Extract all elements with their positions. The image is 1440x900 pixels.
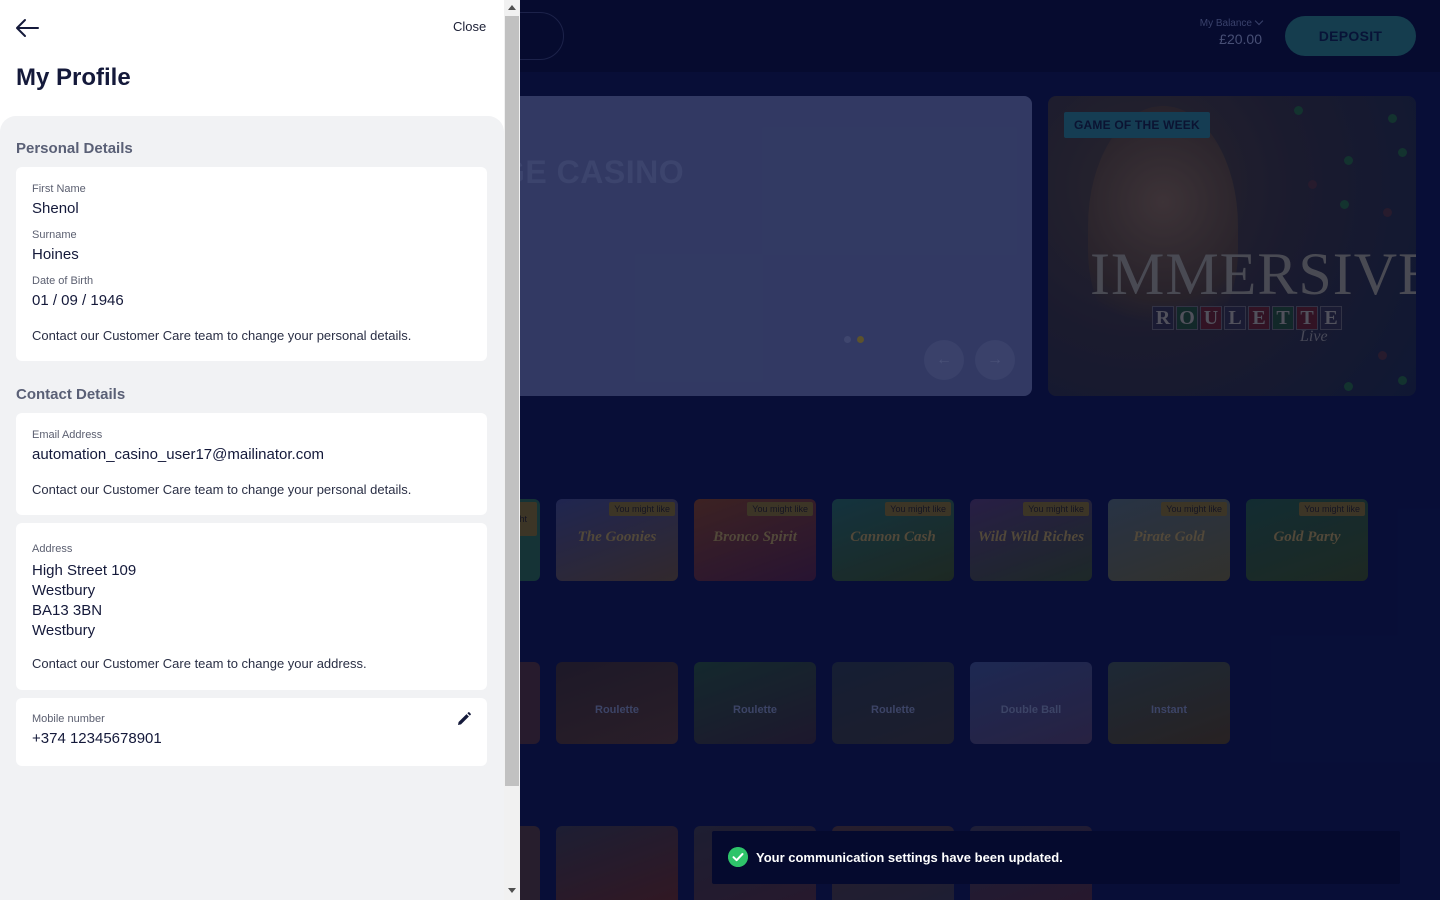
mobile-label: Mobile number bbox=[32, 713, 105, 725]
personal-details-card: First Name Shenol Surname Hoines Date of… bbox=[16, 167, 487, 361]
toast-message: Your communication settings have been up… bbox=[756, 850, 1063, 865]
address-label: Address bbox=[32, 543, 73, 555]
mobile-value: +374 12345678901 bbox=[32, 730, 162, 747]
drawer-body: Personal Details First Name Shenol Surna… bbox=[0, 116, 504, 900]
address-line: Westbury bbox=[32, 582, 96, 599]
scroll-up-arrow-icon[interactable] bbox=[508, 5, 516, 10]
address-line: BA13 3BN bbox=[32, 602, 103, 619]
dob-value: 01 / 09 / 1946 bbox=[32, 292, 124, 309]
surname-label: Surname bbox=[32, 229, 77, 241]
first-name-label: First Name bbox=[32, 183, 86, 195]
drawer-header: Close My Profile bbox=[0, 0, 504, 116]
contact-details-heading: Contact Details bbox=[16, 386, 126, 403]
success-toast: Your communication settings have been up… bbox=[712, 831, 1400, 884]
address-value: High Street 109 Westbury BA13 3BN Westbu… bbox=[32, 561, 136, 641]
back-arrow-icon[interactable] bbox=[14, 16, 40, 40]
personal-details-note: Contact our Customer Care team to change… bbox=[32, 328, 412, 343]
address-line: Westbury bbox=[32, 622, 96, 639]
email-label: Email Address bbox=[32, 429, 103, 441]
first-name-value: Shenol bbox=[32, 200, 79, 217]
personal-details-heading: Personal Details bbox=[16, 140, 133, 157]
address-line: High Street 109 bbox=[32, 562, 137, 579]
email-note: Contact our Customer Care team to change… bbox=[32, 482, 412, 497]
address-card: Address High Street 109 Westbury BA13 3B… bbox=[16, 523, 487, 690]
mobile-card: Mobile number +374 12345678901 bbox=[16, 698, 487, 766]
scrollbar-thumb[interactable] bbox=[505, 16, 519, 786]
close-button[interactable]: Close bbox=[453, 19, 486, 34]
address-note: Contact our Customer Care team to change… bbox=[32, 656, 367, 671]
email-card: Email Address automation_casino_user17@m… bbox=[16, 413, 487, 515]
email-value: automation_casino_user17@mailinator.com bbox=[32, 446, 325, 463]
edit-pencil-icon[interactable] bbox=[457, 712, 471, 726]
dob-label: Date of Birth bbox=[32, 275, 94, 287]
scroll-down-arrow-icon[interactable] bbox=[508, 888, 516, 893]
profile-drawer: Close My Profile Personal Details First … bbox=[0, 0, 520, 900]
surname-value: Hoines bbox=[32, 246, 79, 263]
page-title: My Profile bbox=[16, 64, 131, 91]
check-circle-icon bbox=[728, 847, 748, 867]
